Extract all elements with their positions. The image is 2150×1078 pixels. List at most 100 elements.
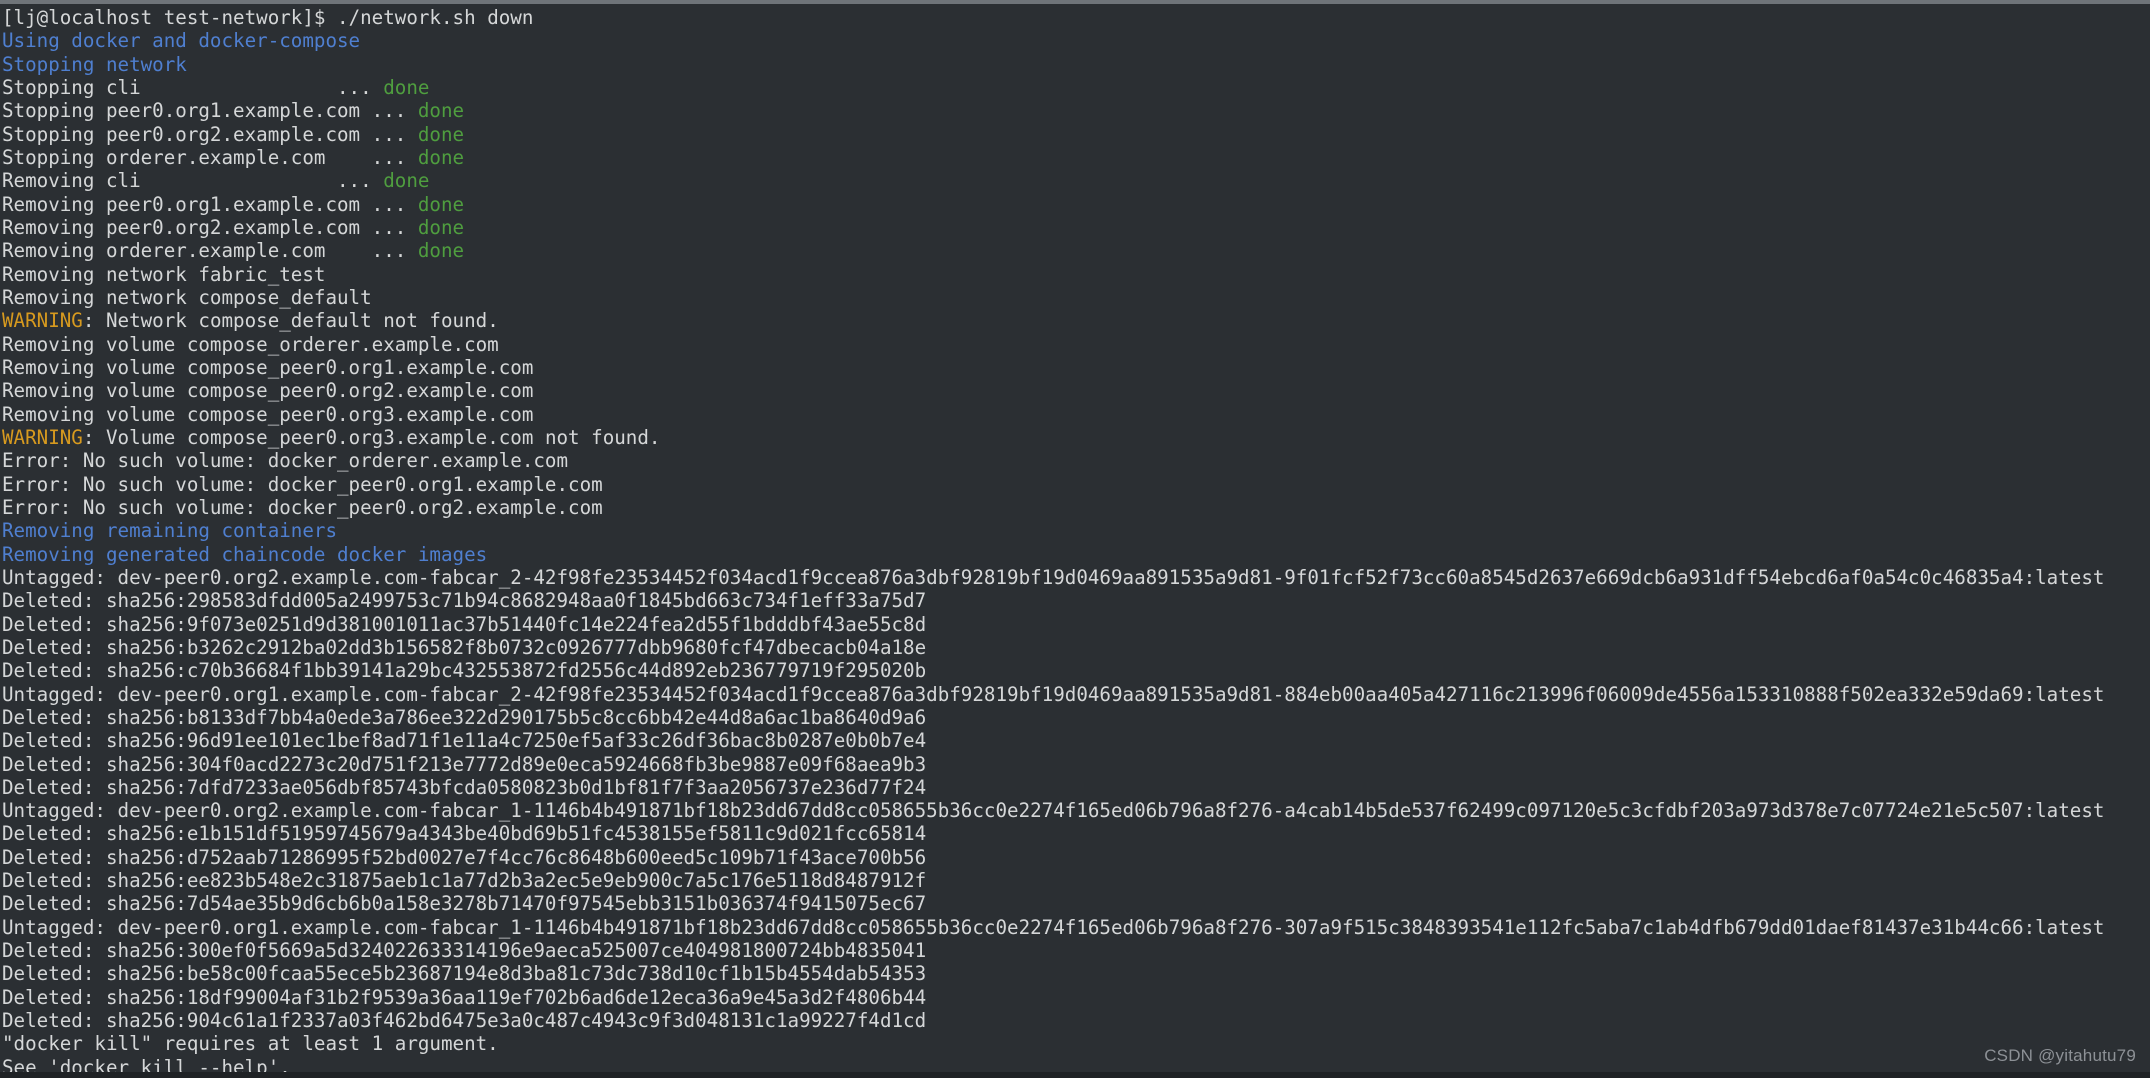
terminal-line: Stopping peer0.org2.example.com ... done xyxy=(2,123,2150,146)
terminal-line: Deleted: sha256:300ef0f5669a5d3240226333… xyxy=(2,939,2150,962)
shell-command: ./network.sh down xyxy=(337,6,534,29)
terminal-line: Deleted: sha256:7dfd7233ae056dbf85743bfc… xyxy=(2,776,2150,799)
terminal-line: WARNING: Volume compose_peer0.org3.examp… xyxy=(2,426,2150,449)
terminal-line: Stopping peer0.org1.example.com ... done xyxy=(2,99,2150,122)
terminal-line: Removing generated chaincode docker imag… xyxy=(2,543,2150,566)
log-text: Untagged: dev-peer0.org1.example.com-fab… xyxy=(2,915,2105,939)
terminal-line: Removing volume compose_peer0.org1.examp… xyxy=(2,356,2150,379)
terminal-line: Removing volume compose_peer0.org3.examp… xyxy=(2,403,2150,426)
shell-prompt: [lj@localhost test-network]$ xyxy=(2,6,338,29)
watermark-label: CSDN @yitahutu79 xyxy=(1984,1046,2136,1065)
terminal-line: Deleted: sha256:e1b151df51959745679a4343… xyxy=(2,822,2150,845)
status-badge: done xyxy=(417,122,465,146)
status-dots: ... xyxy=(325,239,418,263)
log-text: Deleted: sha256:7dfd7233ae056dbf85743bfc… xyxy=(2,775,927,799)
log-text: Removing network fabric_test xyxy=(2,262,326,286)
status-dots: ... xyxy=(325,145,418,169)
log-text: Error: No such volume: docker_peer0.org2… xyxy=(2,495,603,519)
terminal-line: [lj@localhost test-network]$ ./network.s… xyxy=(2,6,2150,29)
terminal-line: Deleted: sha256:be58c00fcaa55ece5b236871… xyxy=(2,962,2150,985)
terminal-line: Untagged: dev-peer0.org1.example.com-fab… xyxy=(2,916,2150,939)
terminal-line: Stopping orderer.example.com ... done xyxy=(2,146,2150,169)
log-text: Deleted: sha256:b8133df7bb4a0ede3a786ee3… xyxy=(2,705,927,729)
terminal-line: Removing network compose_default xyxy=(2,286,2150,309)
terminal-line: Removing peer0.org2.example.com ... done xyxy=(2,216,2150,239)
terminal-line: Removing network fabric_test xyxy=(2,263,2150,286)
terminal-line: Deleted: sha256:304f0acd2273c20d751f213e… xyxy=(2,753,2150,776)
log-text: Removing volume compose_peer0.org1.examp… xyxy=(2,355,534,379)
log-text: Deleted: sha256:d752aab71286995f52bd0027… xyxy=(2,845,927,869)
status-badge: done xyxy=(417,215,465,239)
log-text: Deleted: sha256:ee823b548e2c31875aeb1c1a… xyxy=(2,869,927,893)
terminal-line: Removing remaining containers xyxy=(2,519,2150,542)
terminal-line: Deleted: sha256:ee823b548e2c31875aeb1c1a… xyxy=(2,869,2150,892)
log-text: Deleted: sha256:96d91ee101ec1bef8ad71f1e… xyxy=(2,729,927,753)
terminal-line: Deleted: sha256:298583dfdd005a2499753c71… xyxy=(2,589,2150,612)
terminal-line: Deleted: sha256:b3262c2912ba02dd3b156582… xyxy=(2,636,2150,659)
log-text: Deleted: sha256:9f073e0251d9d381001011ac… xyxy=(2,612,927,636)
service-name: Stopping cli xyxy=(2,75,141,99)
status-dots: ... xyxy=(360,122,418,146)
service-name: Removing orderer.example.com xyxy=(2,239,326,263)
status-dots: ... xyxy=(360,215,418,239)
terminal-line: Untagged: dev-peer0.org1.example.com-fab… xyxy=(2,683,2150,706)
log-text: "docker kill" requires at least 1 argume… xyxy=(2,1032,499,1056)
log-text: Deleted: sha256:18df99004af31b2f9539a36a… xyxy=(2,985,927,1009)
status-dots: ... xyxy=(140,75,384,99)
log-text: Untagged: dev-peer0.org1.example.com-fab… xyxy=(2,682,2105,706)
status-dots: ... xyxy=(140,169,384,193)
terminal-line: Deleted: sha256:96d91ee101ec1bef8ad71f1e… xyxy=(2,729,2150,752)
section-heading: Stopping network xyxy=(2,52,187,76)
status-dots: ... xyxy=(360,192,418,216)
window-bottom-strip xyxy=(0,1072,2150,1078)
warning-tag: WARNING xyxy=(2,425,83,449)
service-name: Removing peer0.org2.example.com xyxy=(2,215,361,239)
service-name: Removing peer0.org1.example.com xyxy=(2,192,361,216)
log-text: Removing network compose_default xyxy=(2,285,372,309)
terminal-line: Stopping cli ... done xyxy=(2,76,2150,99)
terminal-line: Deleted: sha256:9f073e0251d9d381001011ac… xyxy=(2,613,2150,636)
terminal-line: Deleted: sha256:b8133df7bb4a0ede3a786ee3… xyxy=(2,706,2150,729)
warning-message: : Network compose_default not found. xyxy=(82,309,499,333)
terminal-line: Deleted: sha256:c70b36684f1bb39141a29bc4… xyxy=(2,659,2150,682)
log-text: Error: No such volume: docker_orderer.ex… xyxy=(2,449,569,473)
terminal-output[interactable]: [lj@localhost test-network]$ ./network.s… xyxy=(0,4,2150,1078)
status-badge: done xyxy=(417,99,465,123)
service-name: Stopping peer0.org1.example.com xyxy=(2,99,361,123)
log-text: Deleted: sha256:7d54ae35b9d6cb6b0a158e32… xyxy=(2,892,927,916)
log-text: Deleted: sha256:300ef0f5669a5d3240226333… xyxy=(2,939,927,963)
terminal-line: Untagged: dev-peer0.org2.example.com-fab… xyxy=(2,799,2150,822)
log-text: Removing volume compose_peer0.org3.examp… xyxy=(2,402,534,426)
status-dots: ... xyxy=(360,99,418,123)
terminal-window[interactable]: [lj@localhost test-network]$ ./network.s… xyxy=(0,0,2150,1078)
terminal-line: Removing volume compose_peer0.org2.examp… xyxy=(2,379,2150,402)
terminal-line: Deleted: sha256:18df99004af31b2f9539a36a… xyxy=(2,986,2150,1009)
status-badge: done xyxy=(383,75,430,99)
terminal-line: WARNING: Network compose_default not fou… xyxy=(2,309,2150,332)
log-text: Deleted: sha256:904c61a1f2337a03f462bd64… xyxy=(2,1009,927,1033)
log-text: Deleted: sha256:be58c00fcaa55ece5b236871… xyxy=(2,962,927,986)
service-name: Removing cli xyxy=(2,169,141,193)
log-text: Deleted: sha256:c70b36684f1bb39141a29bc4… xyxy=(2,659,927,683)
terminal-line: Deleted: sha256:7d54ae35b9d6cb6b0a158e32… xyxy=(2,892,2150,915)
log-text: Untagged: dev-peer0.org2.example.com-fab… xyxy=(2,799,2105,823)
terminal-line: Stopping network xyxy=(2,53,2150,76)
status-badge: done xyxy=(383,169,430,193)
terminal-line: Error: No such volume: docker_peer0.org1… xyxy=(2,473,2150,496)
terminal-line: Removing orderer.example.com ... done xyxy=(2,239,2150,262)
terminal-line: Removing cli ... done xyxy=(2,169,2150,192)
log-text: Deleted: sha256:e1b151df51959745679a4343… xyxy=(2,822,927,846)
log-text: Removing volume compose_peer0.org2.examp… xyxy=(2,379,534,403)
status-badge: done xyxy=(417,192,465,216)
terminal-line: "docker kill" requires at least 1 argume… xyxy=(2,1032,2150,1055)
terminal-line: Untagged: dev-peer0.org2.example.com-fab… xyxy=(2,566,2150,589)
warning-tag: WARNING xyxy=(2,309,83,333)
section-heading: Removing remaining containers xyxy=(2,519,338,543)
log-text: Deleted: sha256:b3262c2912ba02dd3b156582… xyxy=(2,635,927,659)
status-badge: done xyxy=(417,239,465,263)
warning-message: : Volume compose_peer0.org3.example.com … xyxy=(82,425,661,449)
service-name: Stopping peer0.org2.example.com xyxy=(2,122,361,146)
section-heading: Using docker and docker-compose xyxy=(2,29,361,53)
terminal-line: Deleted: sha256:d752aab71286995f52bd0027… xyxy=(2,846,2150,869)
service-name: Stopping orderer.example.com xyxy=(2,145,326,169)
